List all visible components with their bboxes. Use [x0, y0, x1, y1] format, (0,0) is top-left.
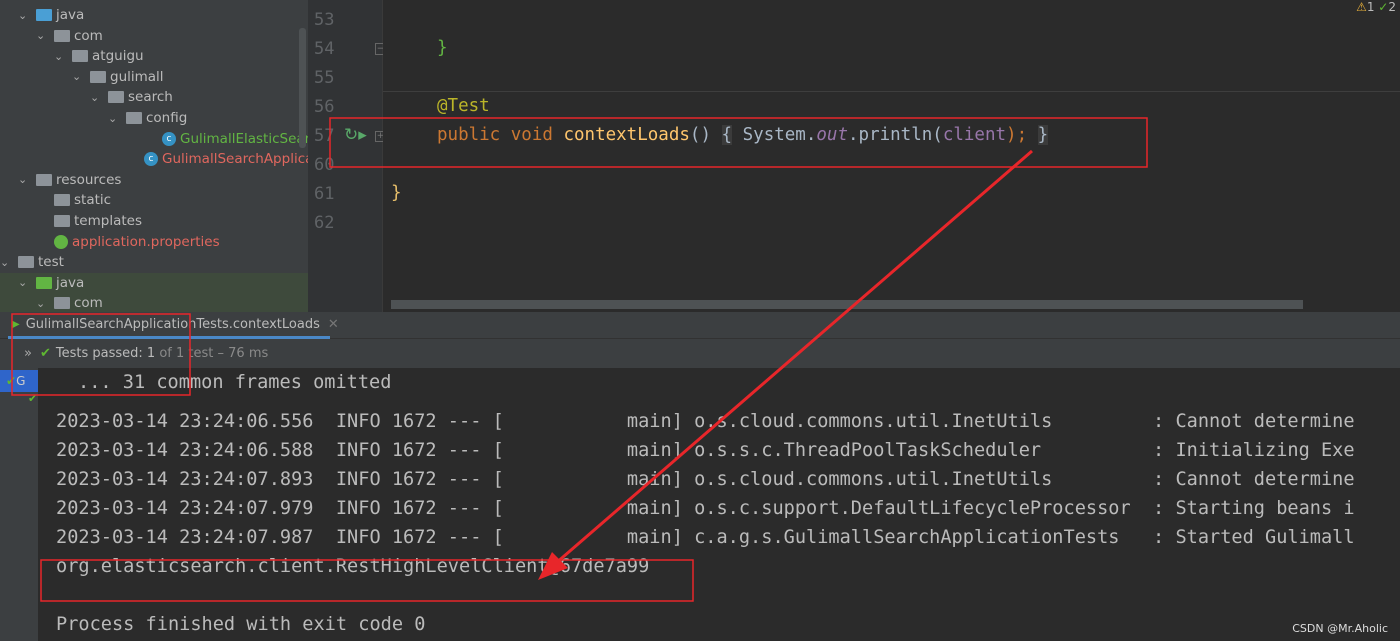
tab-run-config[interactable]: ▶ GulimallSearchApplicationTests.contextL… [8, 312, 339, 339]
check-icon: ✔ [28, 392, 38, 405]
code-editor[interactable]: } @Test public void contextLoads() { Sys… [383, 0, 1400, 312]
tree-item[interactable]: ⌄ gulimall [72, 67, 164, 87]
tree-item-label: java [56, 7, 85, 23]
chevron-down-icon[interactable]: ⌄ [0, 256, 14, 269]
tree-item-label: GulimallSearchApplication [162, 151, 308, 168]
folder-icon [54, 29, 70, 42]
tree-item-label: templates [74, 213, 142, 229]
console-omitted: ... 31 common frames omitted [78, 372, 392, 393]
test-status-bar: » ✔ Tests passed: 1 of 1 test – 76 ms [0, 339, 1400, 368]
chevron-down-icon[interactable]: ⌄ [90, 91, 104, 104]
chevron-down-icon[interactable]: ⌄ [54, 50, 68, 63]
tree-item[interactable]: ⌄ config [108, 108, 187, 128]
console-line: 2023-03-14 23:24:06.556 INFO 1672 --- [ … [56, 411, 1355, 432]
chevron-down-icon[interactable]: ⌄ [18, 9, 32, 22]
tree-item-label: atguigu [92, 48, 144, 65]
folder-icon [126, 112, 142, 124]
warning-icon: ⚠ [1356, 0, 1367, 14]
chevron-down-icon[interactable]: ⌄ [108, 112, 122, 125]
line-number: 53 [314, 10, 335, 30]
expand-icon[interactable]: » [24, 346, 32, 361]
editor-gutter: 53 54 55 56 57 60 61 62 ↻▸ − + [308, 0, 386, 312]
method-separator [383, 91, 1400, 92]
tree-item-label: gulimall [110, 68, 164, 85]
tree-item-label: com [74, 27, 103, 44]
tree-item[interactable]: ⌄ java [18, 5, 84, 25]
console-line: 2023-03-14 23:24:07.893 INFO 1672 --- [ … [56, 469, 1355, 490]
line-number: 62 [314, 213, 335, 233]
watermark: CSDN @Mr.Aholic [1292, 622, 1388, 635]
folder-icon [108, 91, 124, 104]
console-line: 2023-03-14 23:24:07.979 INFO 1672 --- [ … [56, 498, 1355, 519]
console-line: 2023-03-14 23:24:06.588 INFO 1672 --- [ … [56, 440, 1355, 461]
check-icon: ✔ [6, 374, 17, 388]
run-icon: ▶ [12, 318, 20, 330]
chevron-down-icon[interactable]: ⌄ [36, 297, 50, 310]
tree-item-label: search [128, 89, 173, 106]
tree-scrollbar[interactable] [299, 28, 306, 148]
tree-item[interactable]: static [36, 190, 111, 210]
test-tree-sidebar: ✔G ✔ [0, 368, 38, 641]
run-tab-bar: ▶ GulimallSearchApplicationTests.contextL… [0, 312, 1400, 339]
folder-icon [54, 194, 70, 207]
test-tree-item[interactable]: ✔G [0, 370, 38, 392]
tree-item-label: application.properties [72, 233, 220, 250]
tree-item[interactable]: ⌄ resources [18, 170, 121, 190]
folder-icon [54, 297, 70, 310]
tree-item-label: test [38, 254, 64, 271]
line-number: 56 [314, 97, 335, 117]
class-icon: c [162, 131, 176, 146]
class-icon: c [144, 152, 158, 167]
check-icon: ✔ [39, 346, 51, 361]
folder-icon [72, 50, 88, 63]
console-line: 2023-03-14 23:24:07.987 INFO 1672 --- [ … [56, 527, 1355, 548]
tree-item-label: com [74, 295, 103, 312]
line-number: 54 [314, 39, 335, 59]
line-number: 55 [314, 68, 335, 88]
console-client-output: org.elasticsearch.client.RestHighLevelCl… [56, 556, 650, 577]
tree-item[interactable]: c GulimallSearchApplication [126, 149, 308, 169]
code-line-54: } [437, 38, 448, 58]
chevron-down-icon[interactable]: ⌄ [36, 29, 50, 42]
chevron-down-icon[interactable]: ⌄ [18, 173, 32, 186]
inspections-widget[interactable]: ⚠1 ✓2 [1356, 0, 1396, 14]
chevron-down-icon[interactable]: ⌄ [72, 70, 86, 83]
tree-item[interactable]: application.properties [36, 232, 220, 252]
chevron-down-icon[interactable]: ⌄ [18, 276, 32, 289]
tree-item-label: static [74, 192, 112, 209]
check-icon: ✓ [1378, 0, 1389, 14]
tree-item-label: java [56, 274, 85, 291]
tree-item[interactable]: templates [36, 211, 142, 231]
tree-item-label: GulimallElasticSearchConfig [180, 130, 308, 147]
tree-item[interactable]: ⌄ search [90, 87, 173, 107]
spring-properties-icon [54, 234, 68, 249]
line-number: 60 [314, 155, 335, 175]
tree-item[interactable]: ⌄ java [0, 272, 308, 293]
tree-item-label: config [146, 110, 188, 126]
code-line-56: @Test [437, 96, 490, 116]
code-line-61: } [391, 183, 402, 203]
console-exit-message: Process finished with exit code 0 [56, 614, 426, 635]
code-line-57: public void contextLoads() { System.out.… [437, 125, 1049, 145]
folder-icon [36, 173, 52, 186]
folder-icon [90, 70, 106, 83]
close-icon[interactable]: ✕ [328, 317, 339, 332]
editor-horizontal-scrollbar[interactable] [391, 300, 1303, 309]
folder-icon [36, 276, 52, 289]
line-number: 61 [314, 184, 335, 204]
tree-item-label: resources [56, 171, 122, 188]
tree-item[interactable]: ⌄ com [36, 26, 103, 46]
folder-icon [54, 215, 70, 227]
tree-item[interactable]: ⌄ com [0, 293, 308, 312]
folder-icon [36, 9, 52, 21]
tree-item[interactable]: ⌄ test [0, 252, 64, 272]
tree-item[interactable]: c GulimallElasticSearchConfig [144, 129, 308, 149]
tree-item[interactable]: ⌄ atguigu [54, 46, 144, 66]
line-number: 57 [314, 126, 335, 146]
run-test-icon[interactable]: ↻▸ [344, 125, 367, 145]
folder-icon [18, 256, 34, 269]
project-tree: ⌄ java ⌄ com ⌄ atguigu ⌄ gulimall ⌄ search ⌄ config… [0, 0, 308, 312]
console-output[interactable]: ... 31 common frames omitted 2023-03-14 … [38, 368, 1400, 641]
